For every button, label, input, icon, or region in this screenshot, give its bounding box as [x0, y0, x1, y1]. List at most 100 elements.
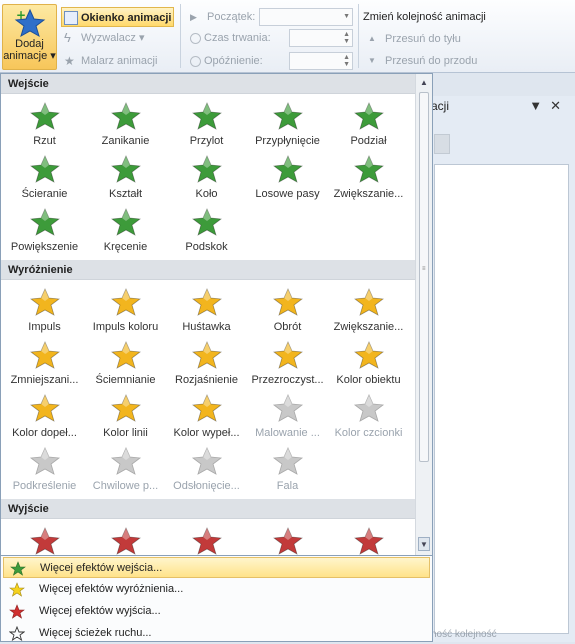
animation-list[interactable] — [434, 164, 569, 634]
exit-effect-item[interactable]: Podział — [328, 524, 409, 555]
emphasis-effect-label: Chwilowe p... — [92, 480, 159, 492]
emphasis-star-icon — [353, 341, 384, 369]
animation-pane-title: acji — [431, 99, 450, 113]
delay-spinner[interactable]: ▲ ▼ — [289, 52, 353, 70]
emphasis-effect-label: Fala — [276, 480, 299, 492]
exit-effect-item[interactable]: Odpłynięcie — [247, 524, 328, 555]
trigger-button[interactable]: ϟ Wyzwalacz ▾ — [64, 28, 145, 48]
emphasis-effect-label: Impuls — [28, 321, 61, 333]
more-emphasis-effects-item[interactable]: Więcej efektów wyróżnienia... — [3, 579, 430, 600]
entry-effect-item[interactable]: Koło — [166, 152, 247, 205]
entry-star-icon — [29, 102, 60, 130]
triangle-up-icon: ▲ — [368, 34, 376, 44]
exit-effect-item[interactable]: Znikanie — [4, 524, 85, 555]
entry-effect-item[interactable]: Rzut — [4, 99, 85, 152]
exit-star-icon — [29, 527, 60, 555]
pane-menu-icon[interactable]: ▼ — [529, 98, 550, 113]
emphasis-effect-item[interactable]: Obrót — [247, 285, 328, 338]
play-icon: ▶ — [190, 12, 197, 23]
entry-star-icon — [191, 155, 222, 183]
emphasis-effect-item[interactable]: Kolor linii — [85, 391, 166, 444]
delay-label: Opóźnienie: — [190, 51, 263, 71]
emphasis-effect-label: Przezroczyst... — [251, 374, 324, 386]
emphasis-effect-item[interactable]: Kolor wypeł... — [166, 391, 247, 444]
entry-effect-label: Powiększenie — [10, 241, 79, 253]
entry-effect-item[interactable]: Losowe pasy — [247, 152, 328, 205]
start-dropdown[interactable]: ▼ — [259, 8, 353, 26]
emphasis-effect-item[interactable]: Przezroczyst... — [247, 338, 328, 391]
animation-painter-button[interactable]: ★ Malarz animacji — [64, 51, 157, 71]
emphasis-star-icon — [110, 288, 141, 316]
play-button[interactable] — [434, 134, 450, 154]
entry-effect-item[interactable]: Kręcenie — [85, 205, 166, 258]
entry-effect-item[interactable]: Podział — [328, 99, 409, 152]
ribbon-separator — [180, 4, 181, 68]
emphasis-effect-label: Odsłonięcie... — [173, 480, 240, 492]
gallery-scrollbar[interactable]: ▲ ≡ ▼ — [415, 74, 432, 555]
entry-effect-label: Koło — [195, 188, 218, 200]
entry-effect-item[interactable]: Kształt — [85, 152, 166, 205]
entry-effect-label: Podskok — [185, 241, 228, 253]
entry-star-icon — [29, 208, 60, 236]
entry-star-icon — [272, 155, 303, 183]
animation-pane-icon — [64, 11, 78, 26]
entry-effect-item[interactable]: Powiększenie — [4, 205, 85, 258]
more-effects-menu: Więcej efektów wejścia... Więcej efektów… — [0, 556, 433, 642]
emphasis-effect-item: Fala — [247, 444, 328, 497]
exit-section-title: Wyjście — [1, 499, 416, 519]
animation-gallery: Wejście Rzut Zanikanie Przylot Przypłynięci… — [0, 73, 433, 556]
emphasis-effect-item[interactable]: Zmniejszani... — [4, 338, 85, 391]
emphasis-effect-item: Kolor czcionki — [328, 391, 409, 444]
more-exit-effects-item[interactable]: Więcej efektów wyjścia... — [3, 601, 430, 622]
scroll-thumb[interactable]: ≡ — [419, 92, 429, 462]
duration-spinner[interactable]: ▲ ▼ — [289, 29, 353, 47]
emphasis-effect-item: Podkreślenie — [4, 444, 85, 497]
emphasis-star-icon — [191, 447, 222, 475]
lightning-icon: ϟ — [64, 30, 71, 46]
emphasis-effect-item[interactable]: Zwiększanie... — [328, 285, 409, 338]
emphasis-effect-item[interactable]: Impuls koloru — [85, 285, 166, 338]
red-star-icon — [9, 604, 25, 619]
entry-effect-item[interactable]: Przylot — [166, 99, 247, 152]
exit-effect-item[interactable]: Wylot — [166, 524, 247, 555]
reorder-heading: Zmień kolejność animacji — [363, 11, 486, 23]
ribbon-separator — [358, 4, 359, 68]
entry-effect-label: Przylot — [189, 135, 224, 147]
emphasis-effect-item[interactable]: Impuls — [4, 285, 85, 338]
emphasis-star-icon — [272, 394, 303, 422]
entry-star-icon — [353, 102, 384, 130]
move-later-button[interactable]: ▼ Przesuń do przodu — [368, 51, 477, 71]
emphasis-effect-item[interactable]: Rozjaśnienie — [166, 338, 247, 391]
more-entry-effects-item[interactable]: Więcej efektów wejścia... — [3, 557, 430, 578]
emphasis-effect-label: Kolor dopeł... — [12, 427, 77, 439]
entry-effect-item[interactable]: Przypłynięcie — [247, 99, 328, 152]
start-label: ▶ Początek: — [190, 11, 256, 23]
add-animation-label-1: Dodaj — [15, 38, 44, 50]
more-motion-paths-item[interactable]: Więcej ścieżek ruchu... — [3, 623, 430, 644]
emphasis-effect-label: Rozjaśnienie — [175, 374, 238, 386]
entry-effect-item[interactable]: Zwiększanie... — [328, 152, 409, 205]
close-icon[interactable]: ✕ — [550, 98, 569, 113]
yellow-star-icon — [9, 582, 25, 597]
emphasis-effect-item[interactable]: Huśtawka — [166, 285, 247, 338]
emphasis-effect-item[interactable]: Kolor dopeł... — [4, 391, 85, 444]
entry-effect-item[interactable]: Ścieranie — [4, 152, 85, 205]
scroll-up-icon[interactable]: ▲ — [418, 76, 430, 90]
emphasis-effect-label: Ściemnianie — [95, 374, 156, 386]
animation-pane-button[interactable]: Okienko animacji — [61, 7, 174, 27]
emphasis-star-icon — [110, 447, 141, 475]
add-animation-button[interactable]: + Dodaj animacje ▾ — [2, 4, 57, 70]
emphasis-star-icon — [29, 447, 60, 475]
entry-effect-item[interactable]: Zanikanie — [85, 99, 166, 152]
exit-grid: ZnikanieZanikanieWylotOdpłynięciePodział — [1, 519, 416, 555]
move-earlier-button[interactable]: ▲ Przesuń do tyłu — [368, 29, 461, 49]
emphasis-section-title: Wyróżnienie — [1, 260, 416, 280]
emphasis-effect-item[interactable]: Ściemnianie — [85, 338, 166, 391]
entry-effect-item[interactable]: Podskok — [166, 205, 247, 258]
emphasis-effect-item: Malowanie ... — [247, 391, 328, 444]
emphasis-effect-item[interactable]: Kolor obiektu — [328, 338, 409, 391]
entry-effect-label: Losowe pasy — [255, 188, 320, 200]
emphasis-grid: Impuls Impuls koloru Huśtawka Obrót Zwiększa… — [1, 280, 416, 499]
exit-effect-item[interactable]: Zanikanie — [85, 524, 166, 555]
scroll-down-icon[interactable]: ▼ — [418, 537, 430, 551]
